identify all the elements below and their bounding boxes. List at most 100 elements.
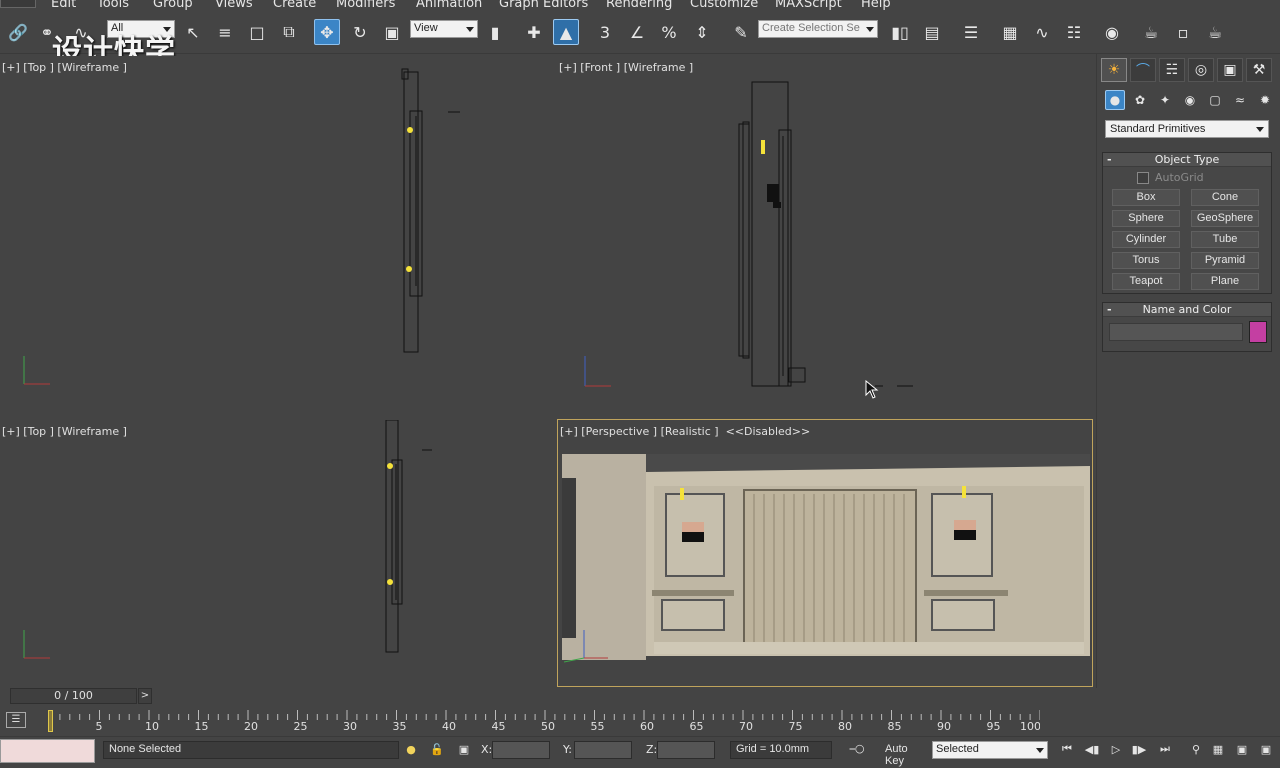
spacewarps-icon[interactable]: ≈ bbox=[1230, 90, 1250, 110]
auto-key-button[interactable]: Auto Key bbox=[879, 741, 931, 767]
snap-icon[interactable]: 3 bbox=[592, 19, 618, 45]
rect-region-icon[interactable]: □ bbox=[244, 19, 270, 45]
time-slider[interactable]: 0 / 100 bbox=[10, 688, 137, 704]
lights-icon[interactable]: ✦ bbox=[1155, 90, 1175, 110]
set-key-icon[interactable]: ⎯○ bbox=[844, 741, 870, 757]
viewport-label-front[interactable]: [+] [Front ] [Wireframe ] bbox=[559, 61, 693, 74]
display-tab-icon[interactable]: ▣ bbox=[1217, 58, 1243, 82]
cameras-icon[interactable]: ◉ bbox=[1180, 90, 1200, 110]
hierarchy-tab-icon[interactable]: ☵ bbox=[1159, 58, 1185, 82]
align-icon[interactable]: ▤ bbox=[919, 19, 945, 45]
modify-tab-icon[interactable]: ⌒ bbox=[1130, 58, 1156, 82]
next-frame-icon[interactable]: ▮▶ bbox=[1129, 741, 1149, 757]
current-frame-marker[interactable] bbox=[48, 710, 53, 732]
menu-modifiers[interactable]: Modifiers bbox=[336, 0, 395, 11]
curve-editor-icon[interactable]: ∿ bbox=[1029, 19, 1055, 45]
category-dropdown[interactable]: Standard Primitives bbox=[1105, 120, 1269, 138]
object-type-header[interactable]: - Object Type bbox=[1103, 153, 1271, 167]
z-coord-field[interactable] bbox=[657, 741, 715, 759]
autogrid-checkbox[interactable] bbox=[1137, 171, 1149, 184]
teapot-button[interactable]: Teapot bbox=[1112, 273, 1180, 290]
menu-views[interactable]: Views bbox=[215, 0, 253, 11]
zoom-extents-icon[interactable]: ▣ bbox=[1232, 741, 1252, 757]
geometry-icon[interactable]: ● bbox=[1105, 90, 1125, 110]
named-selection-sets-dropdown[interactable]: Create Selection Se bbox=[758, 20, 878, 38]
percent-snap-icon[interactable]: % bbox=[656, 19, 682, 45]
manipulate-icon[interactable]: ✚ bbox=[521, 19, 547, 45]
plane-button[interactable]: Plane bbox=[1191, 273, 1259, 290]
select-by-name-icon[interactable]: ≡ bbox=[212, 19, 238, 45]
zoom-extents-all-icon[interactable]: ▣ bbox=[1256, 741, 1276, 757]
name-and-color-header[interactable]: - Name and Color bbox=[1103, 303, 1271, 317]
rotate-icon[interactable]: ↻ bbox=[347, 19, 373, 45]
scale-icon[interactable]: ▣ bbox=[379, 19, 405, 45]
maxscript-listener-mini[interactable] bbox=[0, 739, 95, 763]
systems-icon[interactable]: ✹ bbox=[1255, 90, 1275, 110]
utilities-tab-icon[interactable]: ⚒ bbox=[1246, 58, 1272, 82]
render-setup-icon[interactable]: ☕ bbox=[1138, 19, 1164, 45]
key-filter-dropdown[interactable]: Selected bbox=[932, 741, 1048, 759]
viewport-perspective[interactable]: [+] [Perspective ] [Realistic ] <<Disabl… bbox=[557, 419, 1093, 687]
track-bar[interactable]: ☰ 5 10 15 20 25 30 35 40 45 50 55 60 65 70 75 80 85 90 95 1… bbox=[0, 708, 1096, 736]
zoom-icon[interactable]: ⚲ bbox=[1186, 741, 1206, 757]
track-bar-menu-icon[interactable]: ☰ bbox=[6, 712, 26, 728]
zoom-all-icon[interactable]: ▦ bbox=[1208, 741, 1228, 757]
menu-group[interactable]: Group bbox=[153, 0, 193, 11]
torus-button[interactable]: Torus bbox=[1112, 252, 1180, 269]
play-icon[interactable]: ▷ bbox=[1106, 741, 1126, 757]
menu-animation[interactable]: Animation bbox=[416, 0, 482, 11]
viewport-top-upper[interactable]: [+] [Top ] [Wireframe ] bbox=[0, 56, 553, 413]
menu-tools[interactable]: Tools bbox=[97, 0, 129, 11]
reference-coordinate-dropdown[interactable]: View bbox=[410, 20, 478, 38]
goto-end-icon[interactable]: ⏭ bbox=[1155, 741, 1175, 757]
previous-frame-icon[interactable]: ◀▮ bbox=[1082, 741, 1102, 757]
viewport-label-top-upper[interactable]: [+] [Top ] [Wireframe ] bbox=[2, 61, 127, 74]
autogrid-option[interactable]: AutoGrid bbox=[1137, 171, 1204, 184]
object-color-swatch[interactable] bbox=[1249, 321, 1267, 343]
absolute-mode-icon[interactable]: ▣ bbox=[454, 741, 474, 757]
material-editor-icon[interactable]: ◉ bbox=[1099, 19, 1125, 45]
move-icon[interactable]: ✥ bbox=[314, 19, 340, 45]
helpers-icon[interactable]: ▢ bbox=[1205, 90, 1225, 110]
pivot-center-icon[interactable]: ▮ bbox=[482, 19, 508, 45]
menu-rendering[interactable]: Rendering bbox=[606, 0, 672, 11]
create-tab-icon[interactable]: ☀ bbox=[1101, 58, 1127, 82]
viewport-label-perspective[interactable]: [+] [Perspective ] [Realistic ] <<Disabl… bbox=[560, 425, 810, 438]
y-coord-field[interactable] bbox=[574, 741, 632, 759]
menu-edit[interactable]: Edit bbox=[51, 0, 76, 11]
geosphere-button[interactable]: GeoSphere bbox=[1191, 210, 1259, 227]
goto-start-icon[interactable]: ⏮ bbox=[1057, 741, 1077, 757]
box-button[interactable]: Box bbox=[1112, 189, 1180, 206]
menu-maxscript[interactable]: MAXScript bbox=[775, 0, 842, 11]
pyramid-button[interactable]: Pyramid bbox=[1191, 252, 1259, 269]
window-crossing-icon[interactable]: ⧉ bbox=[276, 19, 302, 45]
keyboard-shortcut-override-icon[interactable]: ▲ bbox=[553, 19, 579, 45]
selection-lock-icon[interactable]: 🔓 bbox=[427, 741, 447, 757]
menu-create[interactable]: Create bbox=[273, 0, 316, 11]
motion-tab-icon[interactable]: ◎ bbox=[1188, 58, 1214, 82]
rendered-frame-icon[interactable]: ▫ bbox=[1170, 19, 1196, 45]
render-icon[interactable]: ☕ bbox=[1202, 19, 1228, 45]
menu-customize[interactable]: Customize bbox=[690, 0, 758, 11]
cone-button[interactable]: Cone bbox=[1191, 189, 1259, 206]
x-coord-field[interactable] bbox=[492, 741, 550, 759]
app-logo-icon[interactable] bbox=[0, 0, 36, 8]
time-slider-next-button[interactable]: > bbox=[138, 688, 152, 704]
viewport-top-lower[interactable]: [+] [Top ] [Wireframe ] bbox=[0, 420, 553, 686]
sphere-button[interactable]: Sphere bbox=[1112, 210, 1180, 227]
menu-graph-editors[interactable]: Graph Editors bbox=[499, 0, 588, 11]
tube-button[interactable]: Tube bbox=[1191, 231, 1259, 248]
layer-manager-icon[interactable]: ☰ bbox=[958, 19, 984, 45]
angle-snap-icon[interactable]: ∠ bbox=[624, 19, 650, 45]
object-name-field[interactable] bbox=[1109, 323, 1243, 341]
viewport-label-top-lower[interactable]: [+] [Top ] [Wireframe ] bbox=[2, 425, 127, 438]
menu-help[interactable]: Help bbox=[861, 0, 891, 11]
shapes-icon[interactable]: ✿ bbox=[1130, 90, 1150, 110]
mirror-icon[interactable]: ▮▯ bbox=[887, 19, 913, 45]
link-icon[interactable]: 🔗 bbox=[5, 19, 31, 45]
scene-explorer-icon[interactable]: ▦ bbox=[997, 19, 1023, 45]
spinner-snap-icon[interactable]: ⇕ bbox=[689, 19, 715, 45]
isolate-selection-icon[interactable]: ● bbox=[401, 741, 421, 757]
viewport-front[interactable]: [+] [Front ] [Wireframe ] bbox=[557, 56, 1093, 413]
cylinder-button[interactable]: Cylinder bbox=[1112, 231, 1180, 248]
